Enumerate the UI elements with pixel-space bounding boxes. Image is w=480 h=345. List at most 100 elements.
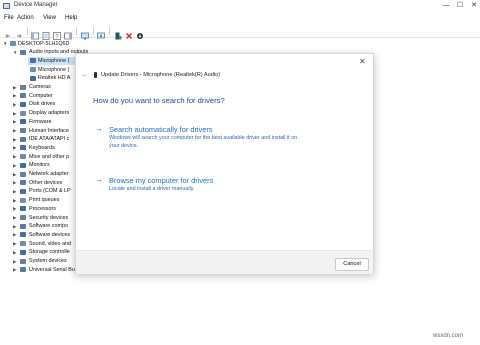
- firmware-icon: [20, 119, 26, 125]
- tree-item-label: Storage controlle: [29, 249, 70, 256]
- cancel-button[interactable]: Cancel: [335, 258, 369, 271]
- software-icon: [20, 223, 26, 229]
- chevron-right-icon[interactable]: ▶: [13, 180, 16, 186]
- chevron-down-icon[interactable]: ▼: [13, 50, 17, 55]
- network-icon: [20, 171, 26, 177]
- system-icon: [20, 258, 26, 264]
- tree-category-item[interactable]: ▶ Sound, video and: [0, 240, 78, 248]
- chevron-right-icon[interactable]: ▶: [13, 259, 16, 265]
- keyboard-icon: [20, 145, 26, 151]
- chevron-right-icon[interactable]: ▶: [13, 215, 16, 221]
- show-hide-tree-icon[interactable]: [31, 27, 39, 40]
- tree-item-label: Firmware: [29, 118, 52, 125]
- chevron-right-icon[interactable]: ▶: [13, 163, 16, 169]
- tree-category-item[interactable]: ▶ Security devices: [0, 214, 78, 222]
- tree-category-item[interactable]: ▶ Storage controlle: [0, 249, 78, 257]
- arrow-right-icon: →: [95, 175, 103, 184]
- menu-help[interactable]: Help: [65, 15, 77, 21]
- software-icon: [20, 232, 26, 238]
- disable-device-icon[interactable]: [136, 27, 144, 39]
- chevron-right-icon[interactable]: ▶: [13, 102, 16, 108]
- chevron-right-icon[interactable]: ▶: [13, 119, 16, 125]
- scan-hardware-icon[interactable]: [81, 27, 89, 40]
- menu-file[interactable]: File: [4, 15, 14, 21]
- device-manager-icon: [3, 3, 10, 9]
- tree-item-label: Computer: [29, 92, 53, 99]
- chevron-right-icon[interactable]: ▶: [13, 145, 16, 151]
- tree-item-label: IDE ATA/ATAPI c: [29, 136, 70, 143]
- action-pane-icon[interactable]: [64, 27, 72, 40]
- tree-category-item[interactable]: ▶ Other devices: [0, 179, 78, 187]
- tree-item-label: Software compo: [29, 223, 68, 230]
- chevron-down-icon[interactable]: ▼: [3, 41, 7, 46]
- browse-computer-option[interactable]: Browse my computer for drivers: [109, 176, 213, 185]
- tree-category-item[interactable]: ▶ Processors: [0, 205, 78, 213]
- close-icon[interactable]: ✕: [359, 57, 366, 66]
- tree-category-item[interactable]: ▶ Disk drives: [0, 101, 78, 109]
- tree-category-item[interactable]: ▶ Display adapters: [0, 110, 78, 118]
- tree-item-label: Realtek HD A: [38, 75, 71, 82]
- chevron-right-icon[interactable]: ▶: [13, 267, 16, 273]
- maximize-icon[interactable]: ☐: [455, 1, 465, 11]
- tree-device-item[interactable]: Microphone (: [28, 57, 76, 66]
- dialog-question: How do you want to search for drivers?: [93, 96, 225, 105]
- chevron-right-icon[interactable]: ▶: [13, 93, 16, 99]
- tree-item-label: Microphone (: [38, 57, 70, 64]
- menu-action[interactable]: Action: [17, 15, 34, 21]
- tree-category-item[interactable]: ▶ Computer: [0, 92, 78, 100]
- chevron-right-icon[interactable]: ▶: [13, 198, 16, 204]
- update-driver-icon[interactable]: [97, 27, 105, 39]
- tree-item-label: Security devices: [29, 214, 69, 221]
- dialog-footer: [76, 250, 373, 274]
- chevron-right-icon[interactable]: ▶: [13, 137, 16, 143]
- properties-icon[interactable]: [42, 27, 50, 40]
- chevron-right-icon[interactable]: ▶: [13, 232, 16, 238]
- microphone-icon: [30, 58, 36, 64]
- chevron-right-icon[interactable]: ▶: [13, 154, 16, 160]
- audio-icon: [20, 49, 26, 55]
- tree-device-item[interactable]: Microphone (: [28, 66, 76, 74]
- tree-item-label: Disk drives: [29, 101, 56, 108]
- uninstall-device-icon[interactable]: [125, 27, 133, 40]
- tree-category-item[interactable]: ▶ Mice and other p: [0, 153, 78, 161]
- tree-category-item[interactable]: ▶ Universal Serial Bus controllers: [0, 266, 104, 274]
- tree-category-item[interactable]: ▶ Ports (COM & LP: [0, 188, 78, 196]
- ide-icon: [20, 136, 26, 142]
- chevron-right-icon[interactable]: ▶: [13, 250, 16, 256]
- tree-category-item[interactable]: ▶ IDE ATA/ATAPI c: [0, 136, 78, 144]
- tree-category-item[interactable]: ▶ Firmware: [0, 118, 78, 126]
- help-icon[interactable]: ?: [53, 27, 61, 41]
- tree-category-item[interactable]: ▶ Print queues: [0, 197, 78, 205]
- chevron-right-icon[interactable]: ▶: [13, 224, 16, 230]
- chevron-right-icon[interactable]: ▶: [13, 241, 16, 247]
- search-automatically-option[interactable]: Search automatically for drivers: [109, 125, 213, 134]
- menu-view[interactable]: View: [43, 15, 56, 21]
- tree-category-item[interactable]: ▼ Audio inputs and outputs: [0, 49, 88, 57]
- tree-category-item[interactable]: ▶ System devices: [0, 258, 78, 266]
- tree-item-label: Monitors: [29, 162, 50, 169]
- display-icon: [20, 110, 26, 116]
- tree-category-item[interactable]: ▶ Keyboards: [0, 144, 78, 152]
- chevron-right-icon[interactable]: ▶: [13, 111, 16, 117]
- tree-category-item[interactable]: ▶ Monitors: [0, 162, 78, 170]
- tree-category-item[interactable]: ▶ Software compo: [0, 223, 78, 231]
- tree-category-item[interactable]: ▶ Human Interface: [0, 127, 78, 135]
- back-arrow-icon[interactable]: ←: [81, 70, 89, 79]
- toolbar-separator: [76, 27, 77, 35]
- tree-category-item[interactable]: ▶ Cameras: [0, 84, 78, 92]
- tree-device-item[interactable]: Realtek HD A: [28, 75, 76, 83]
- chevron-right-icon[interactable]: ▶: [13, 189, 16, 195]
- minimize-icon[interactable]: —: [441, 1, 451, 11]
- sound-icon: [20, 241, 26, 247]
- chevron-right-icon[interactable]: ▶: [13, 206, 16, 212]
- chevron-right-icon[interactable]: ▶: [13, 172, 16, 178]
- back-icon[interactable]: [4, 27, 12, 38]
- tree-category-item[interactable]: ▶ Software devices: [0, 231, 78, 239]
- add-driver-icon[interactable]: [114, 27, 122, 40]
- chevron-right-icon[interactable]: ▶: [13, 128, 16, 134]
- close-icon[interactable]: ✕: [469, 1, 479, 11]
- tree-category-item[interactable]: ▶ Network adapter: [0, 171, 78, 179]
- computer-icon: [20, 93, 26, 99]
- chevron-right-icon[interactable]: ▶: [13, 85, 16, 91]
- forward-icon[interactable]: [15, 27, 23, 38]
